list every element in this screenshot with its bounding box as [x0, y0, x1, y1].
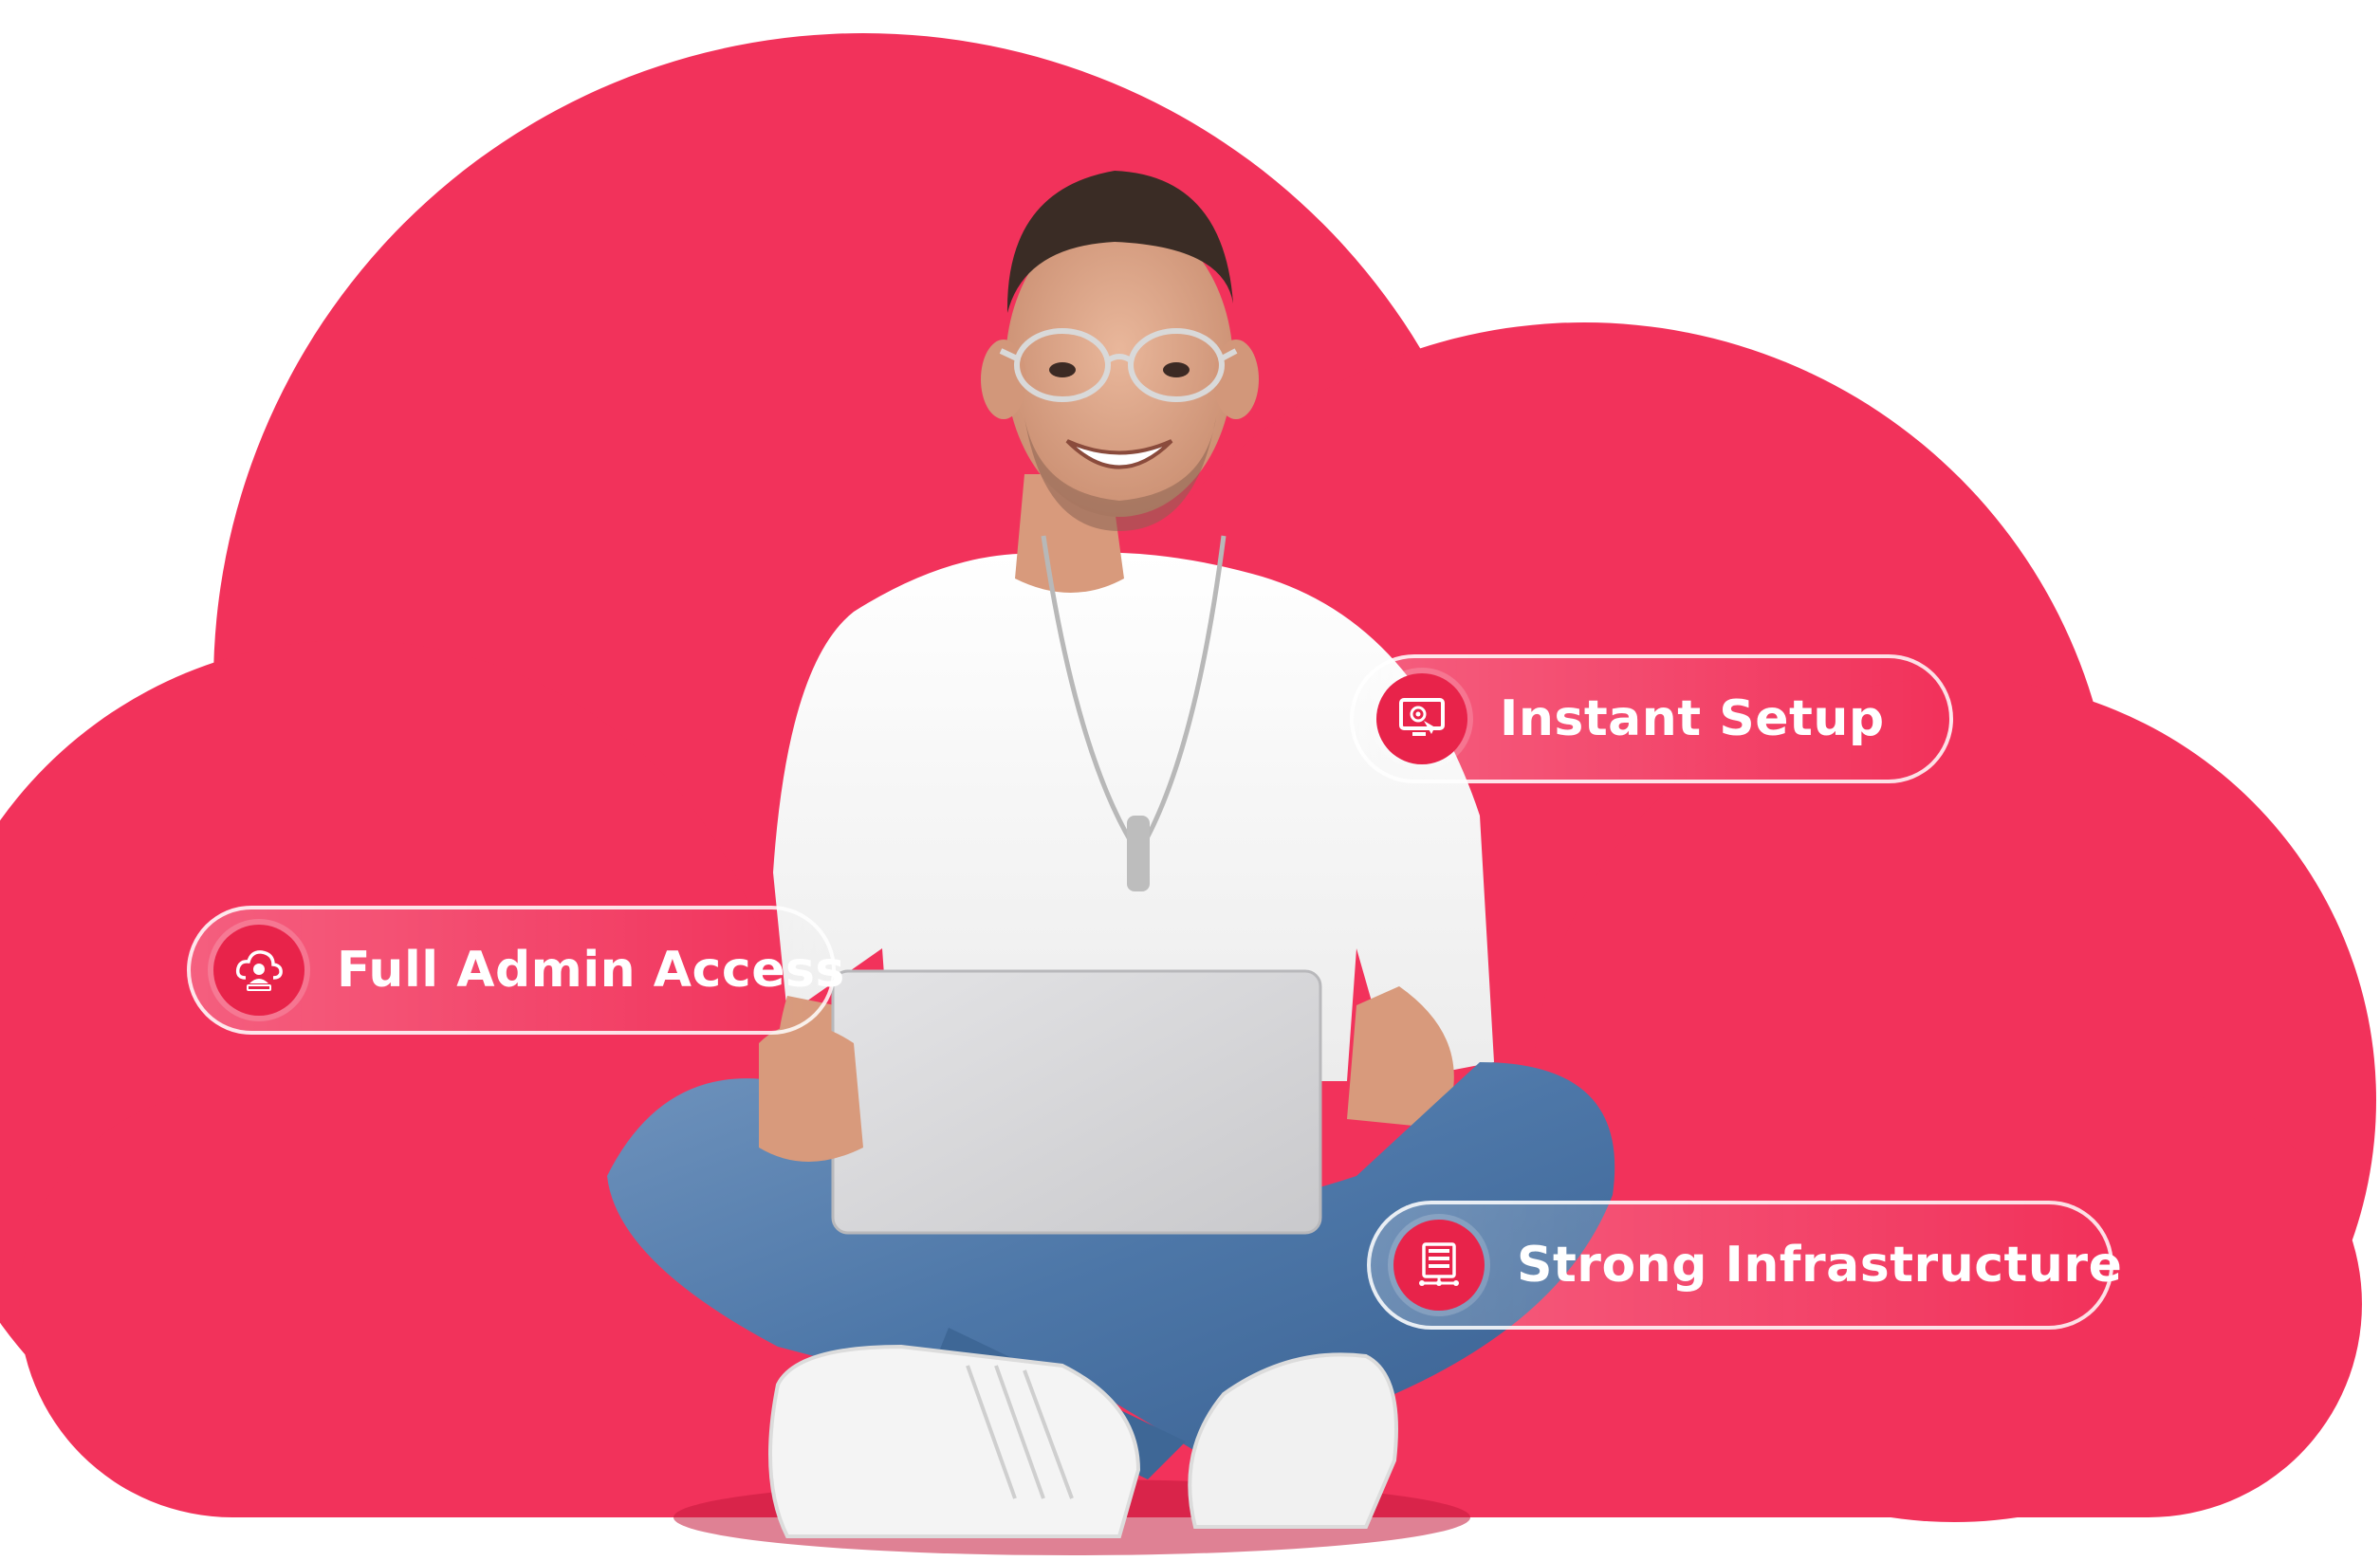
feature-pill-instant-setup: Instant Setup: [1350, 654, 1953, 783]
feature-pill-strong-infrastructure: Strong Infrastructure: [1367, 1201, 2122, 1330]
feature-pill-full-admin-access: Full Admin Access: [187, 906, 844, 1035]
feature-label: Full Admin Access: [337, 942, 845, 999]
monitor-setup-icon: [1376, 673, 1467, 764]
feature-label: Instant Setup: [1500, 690, 1885, 747]
server-network-icon: [1393, 1220, 1485, 1311]
cloud-user-icon: [213, 925, 304, 1016]
feature-label: Strong Infrastructure: [1517, 1237, 2123, 1294]
